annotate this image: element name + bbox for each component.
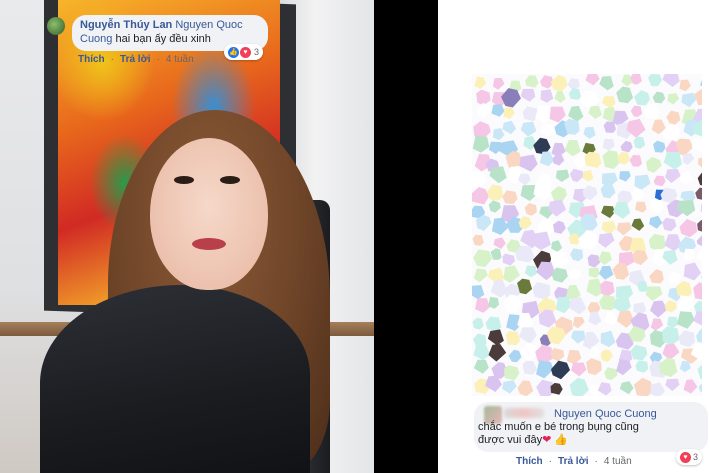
love-reaction-icon: ♥ bbox=[240, 46, 251, 58]
mosaic-tile bbox=[584, 151, 602, 168]
black-jacket bbox=[40, 285, 310, 473]
censored-image[interactable] bbox=[472, 74, 702, 396]
reaction-count: 3 bbox=[254, 47, 260, 57]
love-reaction-icon: ♥ bbox=[680, 451, 691, 463]
comment-time[interactable]: 4 tuần bbox=[166, 54, 194, 65]
black-divider bbox=[374, 0, 438, 473]
lips bbox=[192, 238, 226, 250]
like-link[interactable]: Thích bbox=[78, 54, 105, 65]
comment-body-line2: được vui đây bbox=[478, 434, 543, 446]
comment-body: hai bạn ấy đều xinh bbox=[115, 33, 211, 45]
face bbox=[150, 138, 268, 290]
separator: · bbox=[156, 54, 160, 65]
left-eye bbox=[174, 176, 194, 184]
reply-link[interactable]: Trả lời bbox=[558, 456, 588, 467]
thumbs-up-emoji: 👍 bbox=[554, 434, 569, 446]
reaction-summary[interactable]: 👍 ♥ 3 bbox=[224, 44, 264, 60]
right-eye bbox=[220, 176, 240, 184]
separator: · bbox=[110, 54, 115, 65]
comment-actions: Thích · Trả lời · 4 tuần bbox=[516, 456, 632, 467]
heart-emoji: ❤ bbox=[542, 434, 552, 446]
like-reaction-icon: 👍 bbox=[228, 46, 239, 58]
comment-text: Nguyễn Thúy Lan Nguyen Quoc Cuong hai bạ… bbox=[80, 18, 260, 46]
reaction-count: 3 bbox=[693, 452, 699, 462]
pixelated-mosaic bbox=[472, 74, 702, 396]
separator: · bbox=[548, 456, 553, 467]
woman-photo[interactable] bbox=[0, 0, 374, 473]
comment-body-line1: chắc muốn e bé trong bụng cũng bbox=[478, 421, 639, 433]
reaction-summary[interactable]: ♥ 3 bbox=[676, 449, 703, 465]
comment-mention[interactable]: Nguyen Quoc Cuong bbox=[478, 408, 657, 420]
comment-author[interactable]: Nguyễn Thúy Lan bbox=[80, 19, 172, 31]
separator: · bbox=[594, 456, 598, 467]
reply-link[interactable]: Trả lời bbox=[120, 54, 150, 65]
like-link[interactable]: Thích bbox=[516, 456, 543, 467]
avatar[interactable] bbox=[47, 17, 65, 35]
comment-actions: Thích · Trả lời · 4 tuần bbox=[78, 54, 194, 65]
comment-time[interactable]: 4 tuần bbox=[604, 456, 632, 467]
comment-text: Nguyen Quoc Cuong chắc muốn e bé trong b… bbox=[478, 408, 704, 447]
